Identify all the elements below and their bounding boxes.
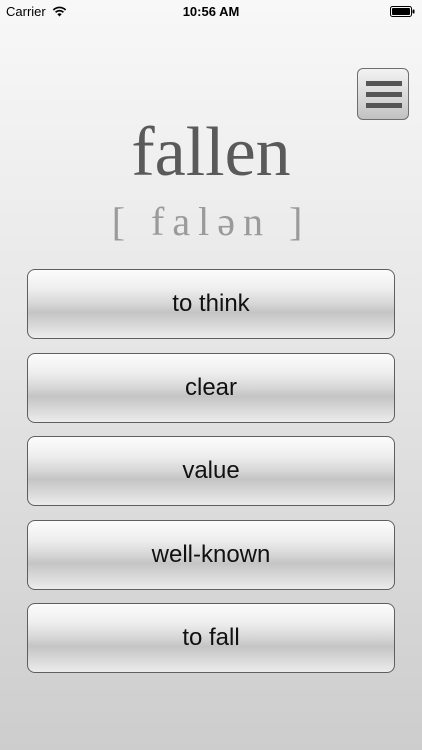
answer-button-1[interactable]: to think (27, 269, 395, 339)
hamburger-menu-icon (366, 81, 402, 108)
word-transcription: [ falən ] (111, 199, 311, 244)
answer-button-4[interactable]: well-known (27, 519, 395, 590)
answer-button-2[interactable]: clear (27, 352, 395, 423)
word-title: fallen (131, 114, 291, 191)
status-bar: Carrier 10:56 AM (0, 0, 422, 22)
answer-options: to think clear value well-known to fall (27, 269, 395, 687)
status-time: 10:56 AM (182, 4, 240, 19)
battery-icon (390, 6, 415, 17)
answer-button-5[interactable]: to fall (27, 603, 395, 673)
answer-button-3[interactable]: value (27, 436, 395, 506)
